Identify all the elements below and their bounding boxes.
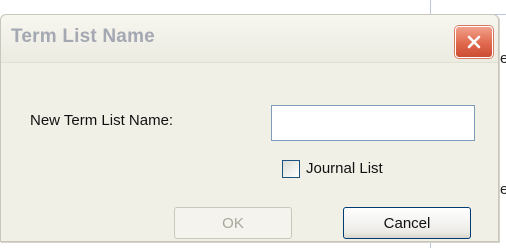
term-list-name-input[interactable] <box>271 105 475 141</box>
journal-list-checkbox[interactable] <box>282 160 300 178</box>
background-text-fragment: e <box>500 181 506 198</box>
term-list-name-label: New Term List Name: <box>30 112 174 129</box>
cancel-button[interactable]: Cancel <box>343 207 471 239</box>
background-text-fragment: e <box>500 50 506 67</box>
close-icon <box>467 35 481 49</box>
ok-button[interactable]: OK <box>174 207 292 239</box>
term-list-name-dialog: Term List Name New Term List Name: Journ… <box>0 14 499 242</box>
dialog-titlebar[interactable]: Term List Name <box>1 15 498 63</box>
close-button[interactable] <box>455 26 493 58</box>
dialog-title: Term List Name <box>11 26 155 47</box>
journal-list-label[interactable]: Journal List <box>306 160 383 177</box>
